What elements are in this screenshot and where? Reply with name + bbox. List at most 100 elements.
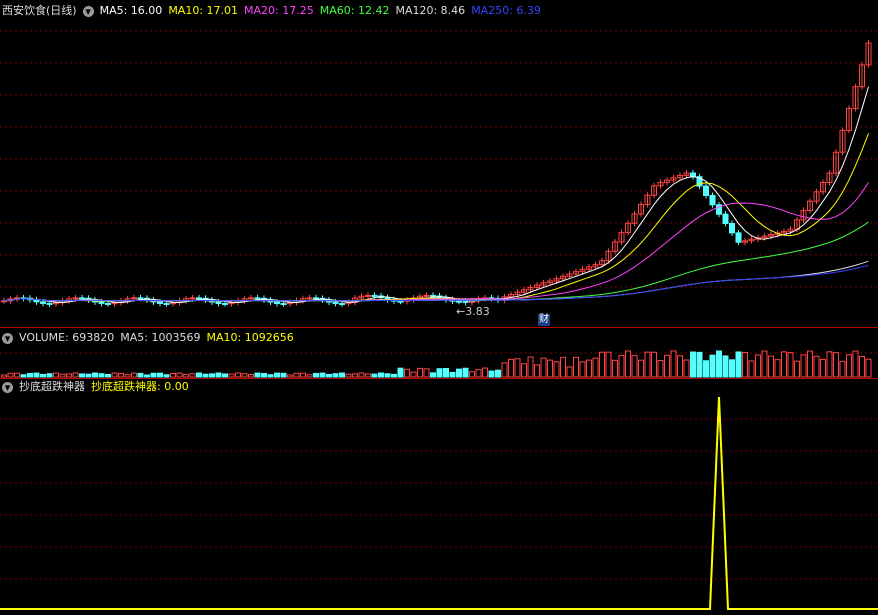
- volume-bar: [46, 373, 53, 378]
- volume-bar: [189, 373, 196, 378]
- candle-body: [735, 232, 742, 243]
- volume-bar: [228, 373, 235, 378]
- volume-bar: [579, 361, 586, 378]
- volume-bar: [274, 372, 280, 378]
- volume-bar: [560, 356, 566, 378]
- volume-bar: [235, 372, 241, 378]
- volume-bar: [852, 350, 859, 378]
- ma10-label: MA10: 17.01: [168, 4, 239, 17]
- candle-body: [339, 303, 345, 306]
- volume-bar: [553, 361, 560, 378]
- volume-bar: [742, 351, 748, 378]
- volume-bar: [280, 372, 287, 378]
- volume-bar: [462, 367, 469, 378]
- volume-bar: [118, 372, 124, 378]
- candle-body: [280, 303, 287, 306]
- volume-bar: [326, 373, 332, 378]
- ma5-line: [3, 86, 869, 303]
- indicator-chart[interactable]: [0, 379, 878, 615]
- volume-panel[interactable]: ▾ VOLUME: 693820 MA5: 1003569 MA10: 1092…: [0, 328, 878, 378]
- indicator-panel[interactable]: ▾ 抄底超跌神器 抄底超跌神器: 0.00: [0, 379, 878, 615]
- chevron-down-icon[interactable]: ▾: [2, 381, 13, 393]
- volume-bar: [339, 372, 345, 378]
- volume-bar: [599, 351, 605, 378]
- volume-bar: [501, 362, 508, 378]
- volume-bar: [261, 373, 267, 378]
- candle-body: [371, 294, 378, 297]
- volume-legend: ▾ VOLUME: 693820 MA5: 1003569 MA10: 1092…: [0, 330, 294, 346]
- volume-bar: [768, 355, 774, 378]
- volume-bar: [722, 355, 729, 378]
- volume-bar: [345, 373, 352, 378]
- volume-bar: [865, 358, 872, 378]
- volume-bar: [482, 367, 488, 378]
- volume-bar: [839, 360, 846, 378]
- volume-bar: [131, 372, 137, 378]
- candle-body: [163, 302, 170, 305]
- volume-bar: [436, 368, 443, 378]
- price-chart[interactable]: [0, 0, 878, 326]
- volume-bar: [7, 372, 14, 378]
- price-panel[interactable]: 西安饮食(日线) ▾ MA5: 16.00 MA10: 17.01 MA20: …: [0, 0, 878, 326]
- volume-bar: [423, 368, 430, 378]
- event-marker[interactable]: 财: [538, 314, 550, 326]
- volume-bar: [813, 355, 820, 378]
- volume-bar: [443, 368, 449, 378]
- volume-bar: [566, 366, 573, 378]
- volume-bar: [521, 363, 527, 378]
- volume-bar: [287, 374, 293, 378]
- candle-body: [397, 300, 404, 303]
- volume-bar: [293, 372, 300, 378]
- volume-bar: [469, 371, 475, 378]
- volume-bar: [456, 368, 462, 378]
- volume-bar: [176, 372, 183, 378]
- low-price-marker: ←3.83: [456, 305, 490, 318]
- volume-bar: [774, 359, 781, 378]
- volume-bar: [66, 373, 72, 378]
- volume-bar: [209, 373, 215, 378]
- candle-body: [430, 294, 436, 297]
- volume-bar: [618, 354, 625, 378]
- volume-bar: [514, 358, 521, 378]
- volume-bar: [20, 374, 27, 378]
- volume-bar: [625, 350, 631, 378]
- volume-bar: [59, 373, 66, 378]
- volume-bar: [378, 372, 384, 378]
- volume-bar: [638, 359, 644, 378]
- volume-bar: [540, 357, 547, 378]
- volume-bar: [800, 354, 807, 378]
- volume-bar: [254, 372, 261, 378]
- volume-bar: [696, 351, 703, 378]
- volume-ma5-label: MA5: 1003569: [120, 331, 201, 344]
- volume-bar: [430, 372, 436, 378]
- chevron-down-icon[interactable]: ▾: [2, 332, 13, 344]
- candle-body: [709, 194, 716, 206]
- volume-bar: [807, 350, 813, 378]
- candle-body: [456, 300, 462, 303]
- indicator-line: [0, 396, 878, 610]
- volume-bar: [202, 373, 209, 378]
- volume-bar: [703, 360, 709, 378]
- volume-bar: [729, 359, 735, 378]
- volume-bar: [352, 373, 358, 378]
- volume-bar: [144, 374, 150, 378]
- chevron-down-icon[interactable]: ▾: [82, 5, 94, 17]
- volume-bar: [196, 372, 202, 378]
- candle-body: [729, 223, 735, 234]
- volume-bar: [170, 372, 176, 378]
- volume-bar: [547, 359, 553, 378]
- volume-bar: [612, 359, 618, 378]
- ma20-label: MA20: 17.25: [244, 4, 314, 17]
- volume-bar: [605, 351, 612, 378]
- candle-body: [365, 294, 371, 297]
- volume-bar: [508, 358, 514, 378]
- candle-body: [248, 297, 254, 300]
- volume-bar: [183, 373, 189, 378]
- volume-bar: [495, 369, 501, 378]
- volume-bar: [124, 374, 131, 378]
- volume-bar: [267, 374, 274, 378]
- candle-body: [254, 297, 261, 300]
- volume-bar: [488, 370, 495, 378]
- volume-ma10-label: MA10: 1092656: [206, 331, 294, 344]
- volume-bar: [241, 373, 248, 378]
